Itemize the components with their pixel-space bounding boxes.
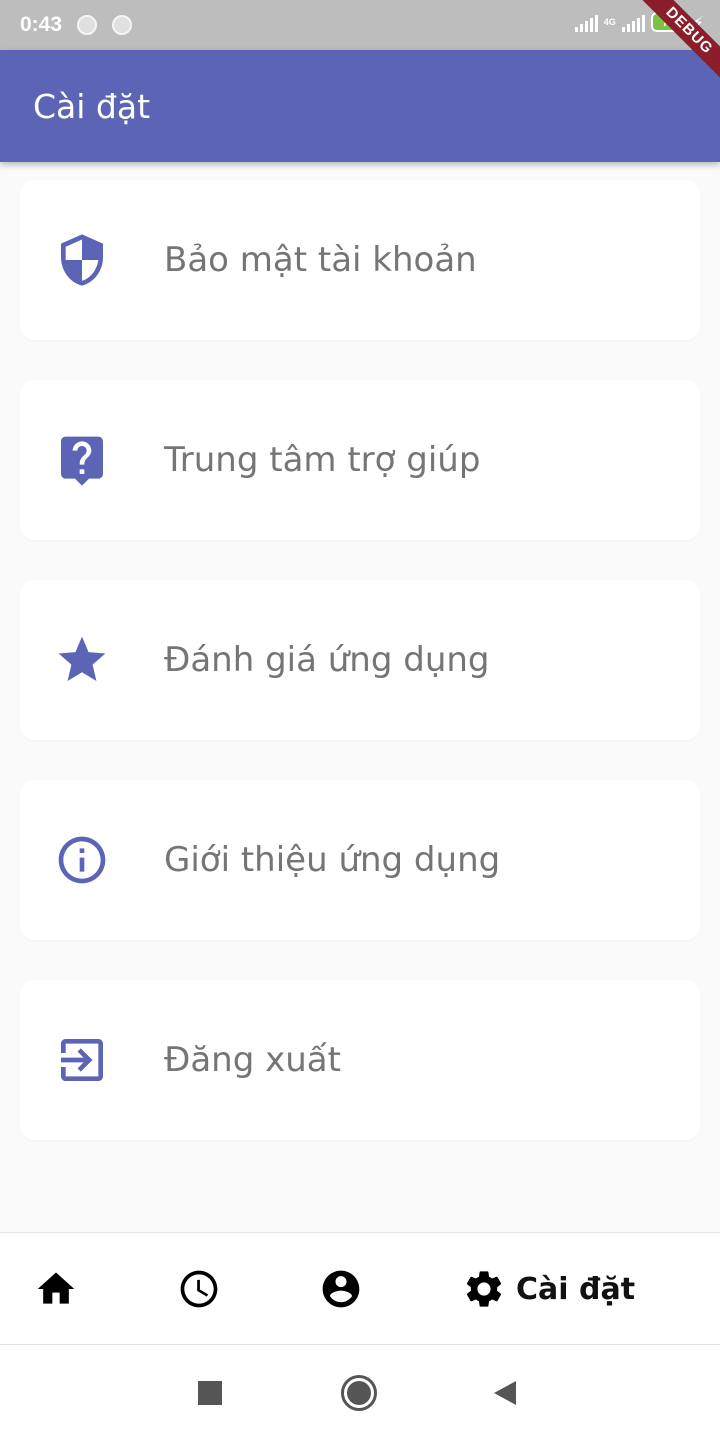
nav-home[interactable] [34, 1267, 78, 1311]
bottom-nav: Cài đặt [0, 1232, 720, 1344]
settings-item-account-security[interactable]: Bảo mật tài khoản [20, 180, 700, 340]
signal-icon [574, 12, 598, 32]
settings-item-label: Trung tâm trợ giúp [164, 440, 481, 480]
settings-item-label: Bảo mật tài khoản [164, 240, 477, 280]
help-icon [20, 432, 144, 488]
star-icon [20, 632, 144, 688]
recents-icon[interactable] [198, 1381, 222, 1405]
page-title: Cài đặt [33, 86, 151, 126]
home-button-icon[interactable] [341, 1375, 377, 1411]
settings-item-label: Đăng xuất [164, 1040, 341, 1080]
info-icon [20, 832, 144, 888]
account-icon [322, 1270, 360, 1308]
system-nav-bar [0, 1344, 720, 1440]
app-bar: Cài đặt [0, 50, 720, 162]
settings-list: Bảo mật tài khoản Trung tâm trợ giúp Đán… [20, 180, 700, 1180]
settings-item-label: Giới thiệu ứng dụng [164, 840, 501, 880]
nav-account[interactable] [319, 1267, 363, 1311]
back-icon[interactable] [494, 1381, 516, 1405]
gear-icon [466, 1271, 502, 1307]
settings-item-about-app[interactable]: Giới thiệu ứng dụng [20, 780, 700, 940]
shield-icon [20, 232, 144, 288]
status-bar: 0:43 4G 77 ⚡ [0, 0, 720, 50]
settings-item-logout[interactable]: Đăng xuất [20, 980, 700, 1140]
nav-settings[interactable]: Cài đặt [462, 1267, 635, 1311]
settings-item-rate-app[interactable]: Đánh giá ứng dụng [20, 580, 700, 740]
notification-dot-icon [77, 15, 98, 35]
history-icon [180, 1270, 218, 1308]
signal-icon [621, 12, 645, 32]
home-icon [37, 1272, 75, 1304]
nav-settings-label: Cài đặt [516, 1271, 636, 1307]
status-time: 0:43 [20, 13, 63, 36]
nav-history[interactable] [177, 1267, 221, 1311]
home-button-dot [347, 1381, 371, 1405]
notification-dot-icon [112, 15, 133, 35]
network-label: 4G [603, 16, 616, 27]
logout-icon [20, 1032, 144, 1088]
settings-item-label: Đánh giá ứng dụng [164, 640, 490, 680]
settings-item-help-center[interactable]: Trung tâm trợ giúp [20, 380, 700, 540]
